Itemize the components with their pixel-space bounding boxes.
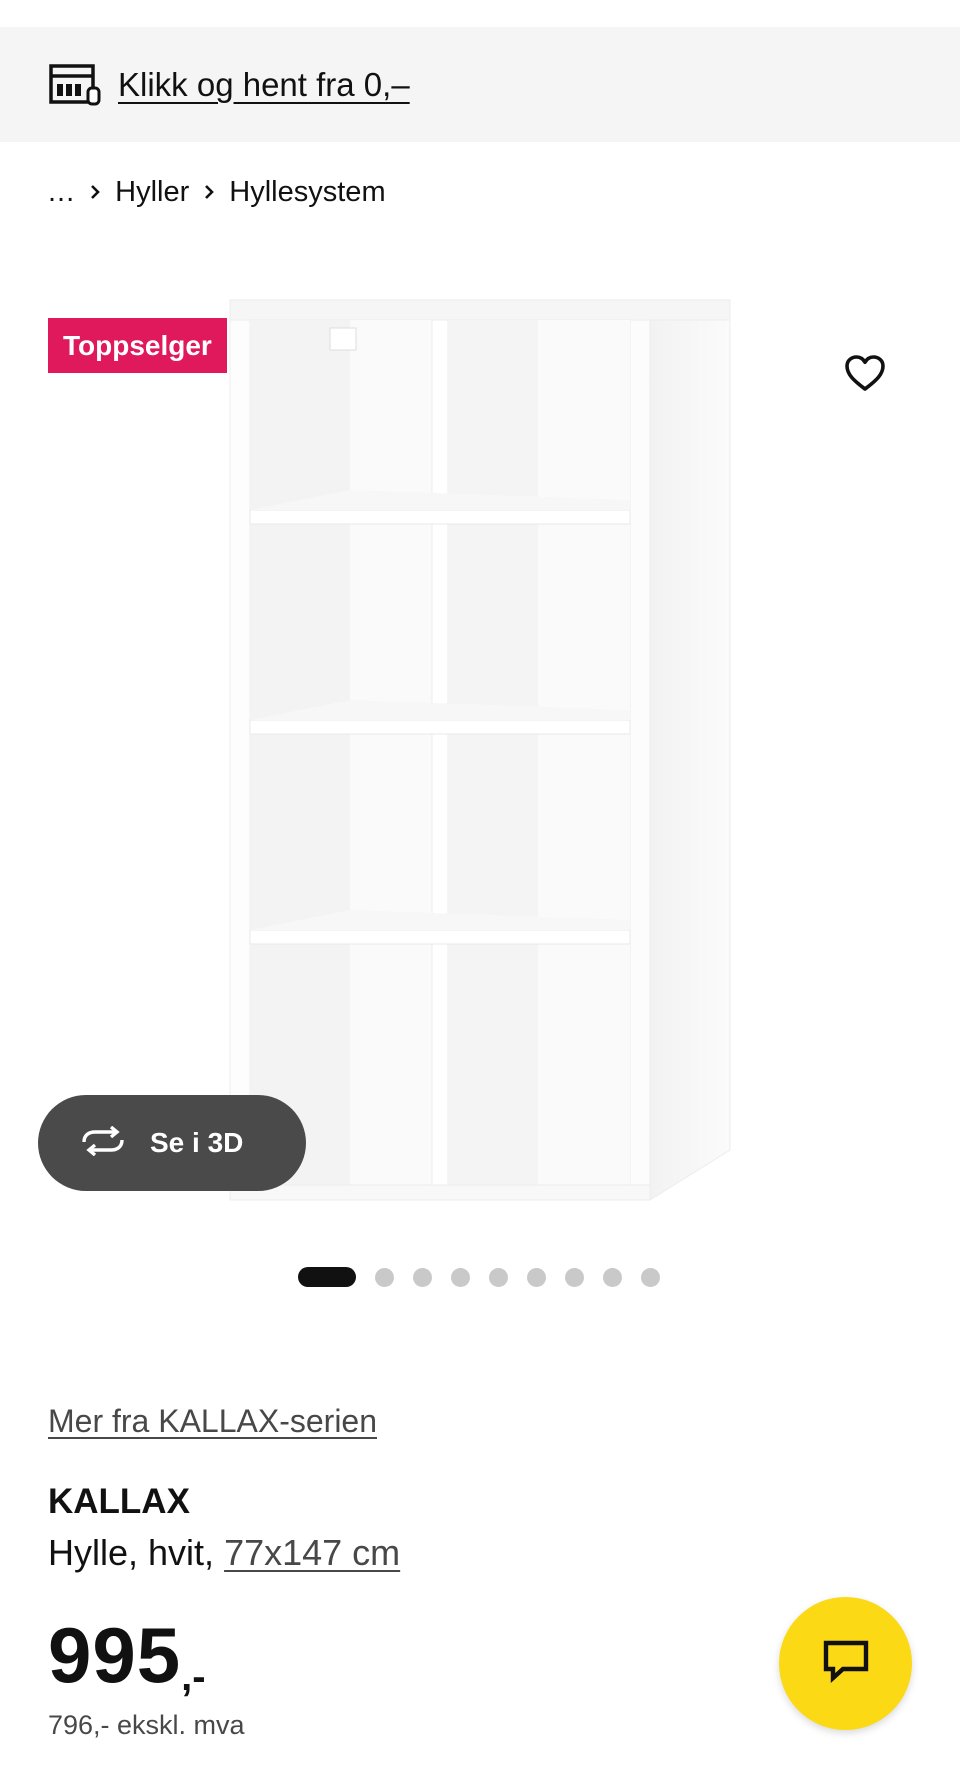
carousel-dot[interactable] — [451, 1267, 470, 1287]
chat-bubble-icon — [821, 1638, 871, 1689]
carousel-dot[interactable] — [603, 1267, 622, 1287]
breadcrumb-item-hyller[interactable]: Hyller — [115, 176, 189, 209]
product-description: Hylle, hvit, 77x147 cm — [48, 1532, 400, 1574]
series-link[interactable]: Mer fra KALLAX-serien — [48, 1403, 377, 1440]
price-suffix: ,- — [181, 1655, 206, 1699]
view-in-3d-button[interactable]: Se i 3D — [38, 1095, 306, 1191]
product-image — [229, 299, 731, 1201]
rotate-3d-icon — [78, 1125, 128, 1161]
chat-button[interactable] — [779, 1597, 912, 1730]
product-size-link[interactable]: 77x147 cm — [224, 1532, 400, 1573]
click-collect-link[interactable]: Klikk og hent fra 0,– — [118, 66, 410, 104]
product-name: KALLAX — [48, 1482, 190, 1521]
carousel-dot[interactable] — [641, 1267, 660, 1287]
carousel-dot[interactable] — [565, 1267, 584, 1287]
chevron-right-icon — [75, 183, 115, 201]
carousel-dot[interactable] — [375, 1267, 394, 1287]
price-excluding-vat: 796,- ekskl. mva — [48, 1710, 245, 1740]
carousel-dot[interactable] — [489, 1267, 508, 1287]
carousel-dot[interactable] — [413, 1267, 432, 1287]
view-in-3d-label: Se i 3D — [150, 1127, 244, 1158]
product-type: Hylle, hvit, — [48, 1532, 215, 1573]
heart-icon — [843, 353, 887, 398]
click-collect-banner[interactable]: Klikk og hent fra 0,– — [0, 27, 960, 142]
carousel-dot-active[interactable] — [298, 1267, 356, 1287]
carousel-pagination — [298, 1267, 679, 1287]
carousel-dot[interactable] — [527, 1267, 546, 1287]
bestseller-badge: Toppselger — [48, 318, 227, 373]
breadcrumb: ... Hyller Hyllesystem — [48, 172, 386, 212]
badge-label: Toppselger — [63, 329, 212, 361]
breadcrumb-item-hyllesystem[interactable]: Hyllesystem — [229, 176, 385, 209]
price-integer: 995 — [48, 1611, 182, 1699]
product-price: 995 ,- — [48, 1615, 206, 1697]
breadcrumb-ellipsis[interactable]: ... — [48, 176, 75, 209]
store-icon — [48, 62, 104, 108]
favourite-button[interactable] — [820, 330, 910, 420]
chevron-right-icon — [189, 183, 229, 201]
